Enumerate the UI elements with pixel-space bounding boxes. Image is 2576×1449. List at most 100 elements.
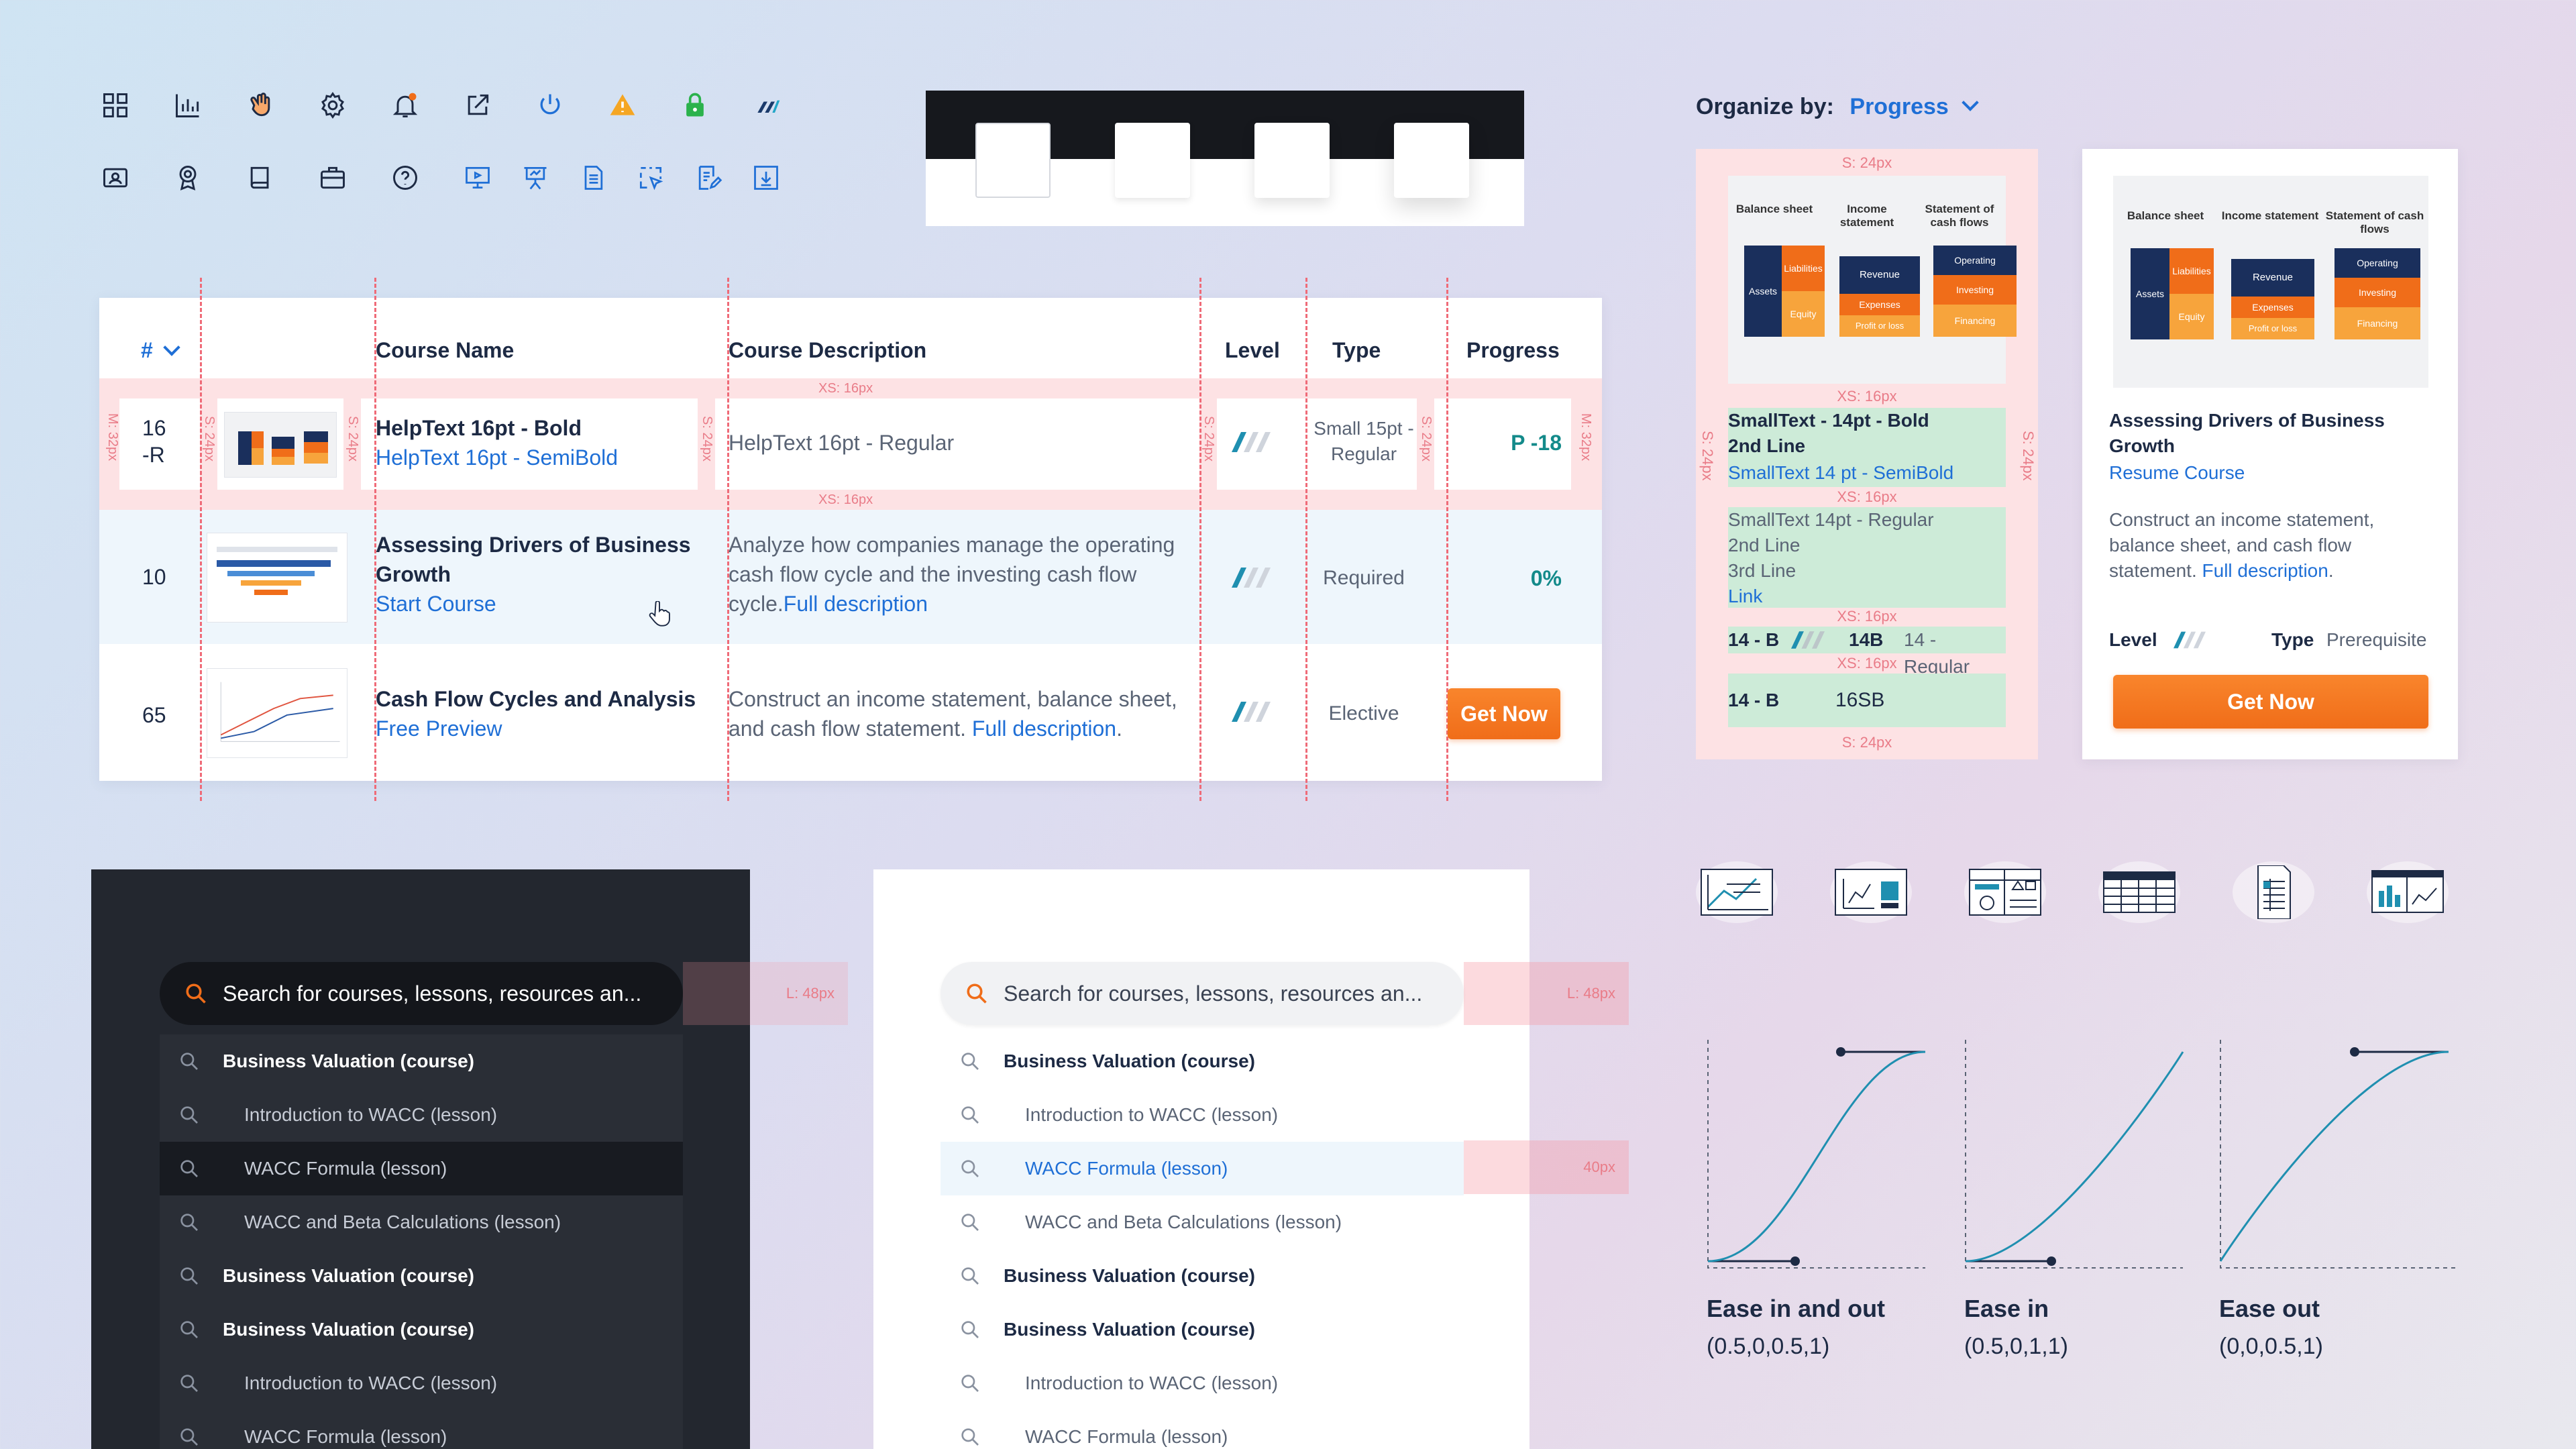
start-course-link[interactable]: Start Course [376,589,496,619]
organize-by-value[interactable]: Progress [1849,94,1948,119]
level-label: Level [2109,629,2157,650]
ease-in-curve [1965,1040,2184,1269]
spec-level-label: 14 - B [1728,629,1780,650]
document-icon [578,163,608,193]
search-result-item[interactable]: Business Valuation (course) [160,1249,683,1303]
level-intermediate-icon [1232,432,1271,452]
help-icon [390,163,420,193]
resume-course-link[interactable]: Resume Course [2109,460,2245,486]
spec-link[interactable]: Link [1728,584,1762,609]
search-result-label: Introduction to WACC (lesson) [244,1373,498,1393]
course-progress: 0% [1530,566,1562,590]
full-description-link[interactable]: Full description [784,592,928,616]
search-result-item[interactable]: WACC Formula (lesson) [941,1142,1464,1195]
financing-block: Financing [1933,305,2017,337]
award-icon [173,163,203,193]
easing-value: (0.5,0,0.5,1) [1707,1334,1830,1359]
search-result-label: Business Valuation (course) [223,1051,474,1071]
full-description-link[interactable]: Full description [972,716,1116,741]
search-icon [961,1160,979,1177]
operating-block: Operating [2334,248,2420,278]
column-header-type[interactable]: Type [1332,338,1381,363]
spacing-label-xs-bottom: XS: 16px [818,492,873,507]
column-header-progress[interactable]: Progress [1466,338,1560,363]
search-input[interactable]: Search for courses, lessons, resources a… [160,962,683,1025]
search-result-label: Business Valuation (course) [223,1319,474,1340]
search-result-label: WACC Formula (lesson) [244,1426,447,1447]
search-result-label: Introduction to WACC (lesson) [1025,1104,1279,1125]
spacing-label-xs-1: XS: 16px [1837,388,1897,405]
get-now-button[interactable]: Get Now [1448,688,1560,739]
equity-block: Equity [1782,291,1825,337]
search-result-item[interactable]: Introduction to WACC (lesson) [941,1088,1464,1142]
level-type-block: 14 - B 14B 14 - Regular [1728,627,2006,677]
search-icon [180,1160,198,1177]
download-icon [751,163,781,193]
table-icon [2098,861,2180,923]
search-result-item[interactable]: WACC Formula (lesson) [160,1142,683,1195]
search-result-item[interactable]: Business Valuation (course) [160,1303,683,1356]
lock-icon [680,91,710,120]
spec-row-progress: P -18 [1511,431,1562,455]
presentation-icon [463,163,492,193]
elevation-swatch-1 [1115,123,1190,198]
type-value: Prerequisite [2326,629,2427,650]
id-card-icon [101,163,130,193]
power-icon [535,91,565,120]
course-thumbnail [207,668,347,758]
search-result-item[interactable]: WACC Formula (lesson) [941,1410,1464,1449]
equity-block: Equity [2169,294,2214,339]
spec-row-description: HelpText 16pt - Regular [729,431,955,455]
spacing-label-right: S: 24px [2020,431,2037,481]
diagram-header: Statement of cash flows [1925,203,1994,229]
row-num: 10 [142,565,166,589]
organize-by[interactable]: Organize by: Progress [1696,94,1979,120]
notification-bell-icon [390,91,420,120]
search-icon [967,983,987,1004]
brand-logo-icon [753,91,782,120]
search-result-item[interactable]: WACC and Beta Calculations (lesson) [941,1195,1464,1249]
search-result-label: Introduction to WACC (lesson) [1025,1373,1279,1393]
search-result-item[interactable]: Introduction to WACC (lesson) [941,1356,1464,1410]
column-header-num[interactable]: # [141,338,180,363]
elevation-swatch-0 [975,123,1051,198]
search-result-item[interactable]: WACC and Beta Calculations (lesson) [160,1195,683,1249]
column-header-course-name[interactable]: Course Name [376,338,514,363]
elevation-swatch-2 [1254,123,1330,198]
search-result-item[interactable]: Business Valuation (course) [941,1249,1464,1303]
search-result-item[interactable]: Business Valuation (course) [941,1034,1464,1088]
search-icon [961,1321,979,1338]
search-result-label: Introduction to WACC (lesson) [244,1104,498,1125]
dashboard-icon [1964,861,2046,923]
spec-row-subtitle[interactable]: HelpText 16pt - SemiBold [376,443,618,472]
search-result-item[interactable]: Business Valuation (course) [941,1303,1464,1356]
diagram-header: Balance sheet [2127,209,2204,222]
diagram-header: Balance sheet [1735,203,1813,215]
easel-icon [521,163,550,193]
gear-icon [318,91,347,120]
search-input[interactable]: Search for courses, lessons, resources a… [941,962,1464,1025]
search-result-item[interactable]: Business Valuation (course) [160,1034,683,1088]
search-result-item[interactable]: Introduction to WACC (lesson) [160,1088,683,1142]
search-placeholder: Search for courses, lessons, resources a… [1004,981,1423,1006]
course-description: Analyze how companies manage the operati… [729,530,1198,619]
course-title[interactable]: Assessing Drivers of Business Growth [376,530,711,589]
profit-block: Profit or loss [1839,315,1920,337]
search-result-item[interactable]: Introduction to WACC (lesson) [160,1356,683,1410]
course-card-title[interactable]: Assessing Drivers of Business Growth [2109,408,2431,459]
course-title[interactable]: Cash Flow Cycles and Analysis [376,684,696,714]
get-now-button[interactable]: Get Now [2113,675,2428,729]
search-placeholder: Search for courses, lessons, resources a… [223,981,642,1006]
spreadsheet-icon [2233,861,2314,923]
search-icon [961,1053,979,1070]
search-result-item[interactable]: WACC Formula (lesson) [160,1410,683,1449]
course-type: Required [1323,567,1405,589]
spacing-label-left: S: 24px [1699,431,1716,481]
free-preview-link[interactable]: Free Preview [376,714,502,743]
column-header-level[interactable]: Level [1225,338,1280,363]
column-header-course-description[interactable]: Course Description [729,338,926,363]
full-description-link[interactable]: Full description [2202,560,2328,581]
diagram-header: Income statement [2221,209,2319,222]
financial-statements-diagram: Balance sheet Income statement Statement… [1728,176,2017,384]
thumbnail-chart [220,682,340,742]
